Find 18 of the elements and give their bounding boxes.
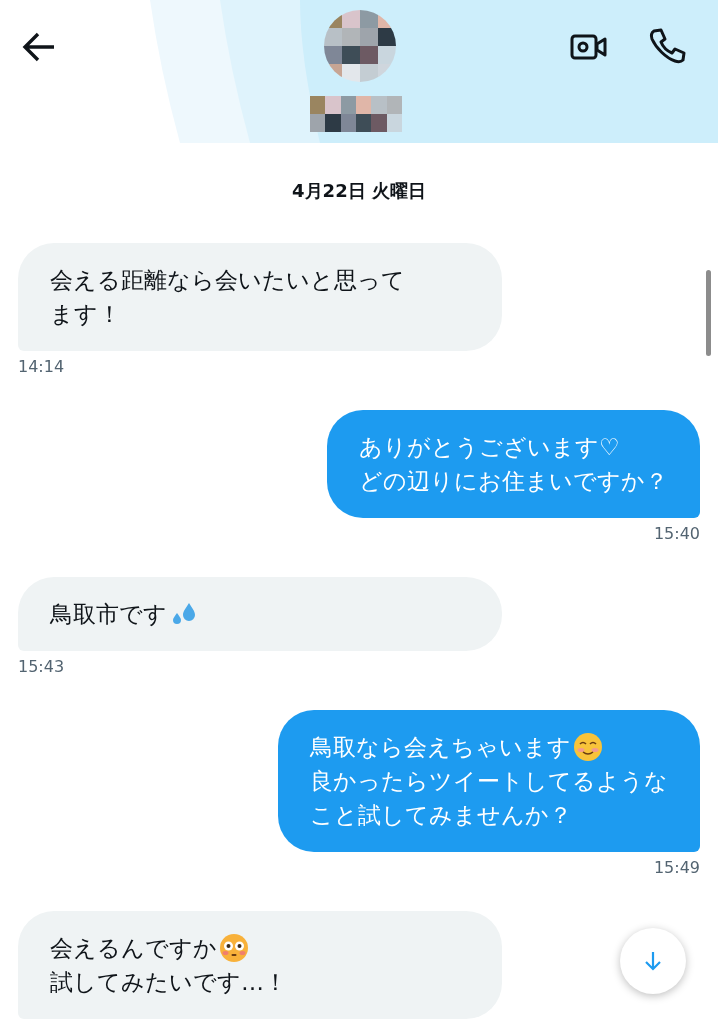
message-time: 15:49 xyxy=(653,858,700,877)
message-text: ます！ xyxy=(50,300,121,329)
message-text: 良かったらツイートしてるような xyxy=(310,767,668,796)
message-text: ありがとうございます♡ xyxy=(359,433,620,462)
message-time: 15:43 xyxy=(18,657,66,676)
message-time: 15:40 xyxy=(653,524,700,543)
smiling-face-icon xyxy=(573,732,603,762)
date-divider: 4月22日 火曜日 xyxy=(291,179,427,203)
flushed-face-icon xyxy=(219,933,249,963)
message-text: 会えるんですか xyxy=(50,934,217,963)
message-text: 鳥取なら会えちゃいます xyxy=(310,733,571,762)
avatar xyxy=(324,10,396,82)
message-text: どの辺りにお住まいですか？ xyxy=(359,467,668,496)
message-text: こと試してみませんか？ xyxy=(310,801,572,830)
message-time: 14:14 xyxy=(18,357,66,376)
message-text: 鳥取市です xyxy=(50,600,167,629)
message-text: 会える距離なら会いたいと思って xyxy=(50,266,405,295)
message-text: 試してみたいです…！ xyxy=(50,968,287,997)
